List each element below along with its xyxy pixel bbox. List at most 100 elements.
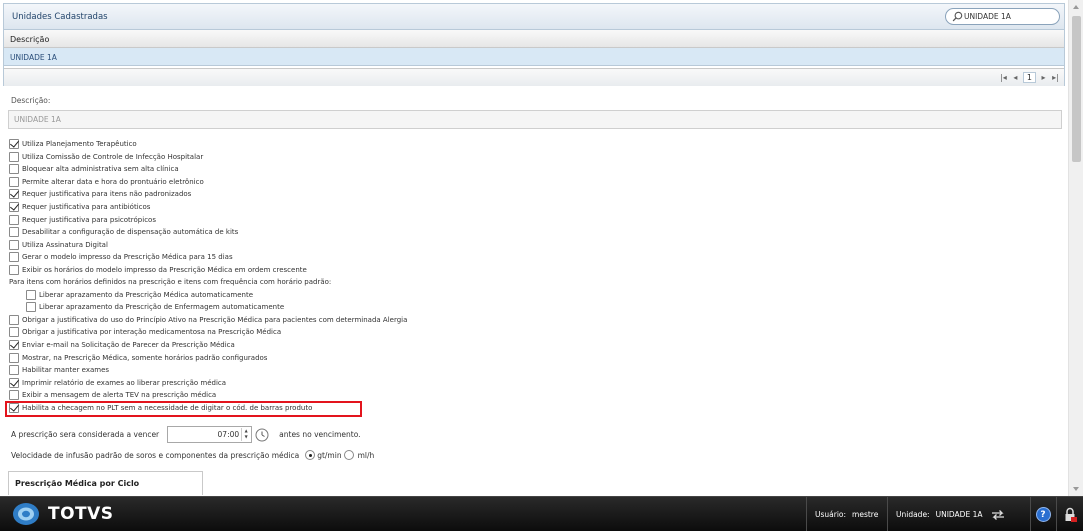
option-checkbox[interactable] — [9, 390, 19, 401]
option-row[interactable]: Permite alterar data e hora do prontuári… — [9, 176, 1059, 189]
vencer-time-value: 07:00 — [217, 430, 240, 439]
column-header-descricao[interactable]: Descrição — [4, 30, 1064, 48]
next-page-button[interactable]: ▸ — [1039, 73, 1048, 82]
last-page-button[interactable]: ▸| — [1051, 73, 1060, 82]
radio-ml-h-label: ml/h — [357, 450, 375, 460]
user-label: Usuário: — [815, 510, 847, 519]
option-checkbox[interactable] — [9, 227, 19, 238]
option-row[interactable]: Requer justificativa para itens não padr… — [9, 188, 1059, 201]
option-label: Permite alterar data e hora do prontuári… — [22, 177, 204, 186]
time-spinner[interactable]: ▲ ▼ — [241, 428, 250, 441]
tab-prescricao-ciclo[interactable]: Prescrição Médica por Ciclo — [8, 471, 203, 495]
option-checkbox[interactable] — [9, 189, 19, 200]
option-checkbox[interactable] — [9, 252, 19, 263]
page-number[interactable]: 1 — [1022, 72, 1036, 83]
option-row[interactable]: Requer justificativa para psicotrópicos — [9, 213, 1059, 226]
totvs-logo: TOTVS — [12, 502, 114, 526]
option-row[interactable]: Exibir os horários do modelo impresso da… — [9, 263, 1059, 276]
option-checkbox[interactable] — [9, 264, 19, 275]
panel-header: Unidades Cadastradas — [4, 4, 1064, 30]
option-checkbox[interactable] — [9, 314, 19, 325]
option-checkbox[interactable] — [9, 176, 19, 187]
options-checklist: Utiliza Planejamento Terapêutico Utiliza … — [9, 138, 1059, 414]
option-checkbox[interactable] — [9, 214, 19, 225]
clock-icon[interactable] — [255, 428, 269, 442]
table-row[interactable]: UNIDADE 1A — [4, 48, 1064, 66]
option-checkbox[interactable] — [9, 377, 19, 388]
swap-icon[interactable] — [990, 509, 1006, 521]
option-label: Liberar aprazamento da Prescrição Médica… — [39, 290, 253, 299]
vencer-row: A prescrição sera considerada a vencer 0… — [11, 426, 361, 443]
option-row[interactable]: Obrigar a justificativa por interação me… — [9, 326, 1059, 339]
help-icon: ? — [1035, 507, 1051, 522]
search-box[interactable] — [945, 8, 1060, 25]
exit-button[interactable] — [1056, 497, 1083, 531]
option-checkbox[interactable] — [9, 202, 19, 212]
option-row[interactable]: Exibir a mensagem de alerta TEV na presc… — [9, 389, 1059, 402]
brand-name: TOTVS — [48, 504, 114, 524]
panel-title: Unidades Cadastradas — [12, 12, 108, 22]
option-checkbox[interactable] — [9, 352, 19, 363]
scroll-down-arrow[interactable] — [1073, 487, 1079, 491]
option-row[interactable]: Requer justificativa para antibióticos — [9, 201, 1059, 214]
option-label: Enviar e-mail na Solicitação de Parecer … — [22, 341, 235, 350]
descricao-field[interactable] — [8, 110, 1062, 129]
option-label: Exibir a mensagem de alerta TEV na presc… — [22, 391, 217, 400]
option-label: Exibir os horários do modelo impresso da… — [22, 265, 307, 274]
option-row[interactable]: Imprimir relatório de exames ao liberar … — [9, 376, 1059, 389]
bottom-status-bar: TOTVS Usuário: mestre Unidade: UNIDADE 1… — [0, 496, 1083, 531]
option-label: Gerar o modelo impresso da Prescrição Mé… — [22, 253, 233, 262]
option-row[interactable]: Utiliza Comissão de Controle de Infecção… — [9, 151, 1059, 164]
vencer-time-input[interactable]: 07:00 ▲ ▼ — [167, 426, 253, 443]
option-checkbox[interactable] — [9, 139, 19, 150]
radio-gt-min-label: gt/min — [317, 450, 342, 460]
option-checkbox[interactable] — [26, 302, 36, 313]
option-label: Utiliza Comissão de Controle de Infecção… — [22, 152, 204, 161]
search-icon — [952, 11, 963, 22]
option-label: Utiliza Planejamento Terapêutico — [22, 140, 137, 149]
scroll-up-arrow[interactable] — [1073, 5, 1079, 9]
descricao-label: Descrição: — [11, 96, 51, 105]
option-checkbox[interactable] — [9, 239, 19, 250]
option-row[interactable]: Obrigar a justificativa do uso do Princí… — [9, 314, 1059, 327]
option-row[interactable]: Utiliza Assinatura Digital — [9, 238, 1059, 251]
option-checkbox[interactable] — [9, 164, 19, 175]
totvs-logo-icon — [13, 503, 39, 525]
exit-icon — [1065, 507, 1077, 522]
units-panel: Unidades Cadastradas Descrição UNIDADE 1… — [3, 3, 1065, 86]
option-label: Para itens com horários definidos na pre… — [9, 278, 332, 287]
option-checkbox[interactable] — [9, 327, 19, 338]
option-checkbox[interactable] — [9, 340, 19, 351]
first-page-button[interactable]: |◂ — [999, 73, 1008, 82]
radio-gt-min[interactable] — [305, 450, 316, 460]
option-label: Requer justificativa para psicotrópicos — [22, 215, 156, 224]
option-label: Obrigar a justificativa do uso do Princí… — [22, 315, 408, 324]
option-row[interactable]: Gerar o modelo impresso da Prescrição Mé… — [9, 251, 1059, 264]
option-row[interactable]: Desabilitar a configuração de dispensaçã… — [9, 226, 1059, 239]
unit-label: Unidade: — [896, 510, 930, 519]
option-checkbox[interactable] — [26, 289, 36, 300]
option-label: Imprimir relatório de exames ao liberar … — [22, 378, 227, 387]
option-row[interactable]: Mostrar, na Prescrição Médica, somente h… — [9, 351, 1059, 364]
option-label: Habilitar manter exames — [22, 366, 110, 375]
velocidade-label: Velocidade de infusão padrão de soros e … — [11, 450, 300, 460]
option-label: Desabilitar a configuração de dispensaçã… — [22, 228, 239, 237]
option-row[interactable]: Habilitar manter exames — [9, 364, 1059, 377]
option-row[interactable]: Bloquear alta administrativa sem alta cl… — [9, 163, 1059, 176]
vencer-suffix: antes no vencimento. — [279, 430, 361, 439]
radio-ml-h[interactable] — [343, 450, 354, 460]
option-checkbox[interactable] — [9, 365, 19, 376]
scroll-thumb[interactable] — [1072, 16, 1081, 162]
vertical-scrollbar[interactable] — [1068, 0, 1083, 496]
help-button[interactable]: ? — [1030, 497, 1055, 531]
option-row[interactable]: Liberar aprazamento da Prescrição Médica… — [9, 289, 1059, 302]
option-checkbox[interactable] — [9, 151, 19, 162]
unit-value: UNIDADE 1A — [935, 510, 983, 519]
option-row[interactable]: Liberar aprazamento da Prescrição de Enf… — [9, 301, 1059, 314]
user-value: mestre — [852, 510, 879, 519]
option-row[interactable]: Enviar e-mail na Solicitação de Parecer … — [9, 339, 1059, 352]
search-input[interactable] — [964, 10, 1054, 23]
option-label: Bloquear alta administrativa sem alta cl… — [22, 165, 179, 174]
option-row[interactable]: Utiliza Planejamento Terapêutico — [9, 138, 1059, 151]
prev-page-button[interactable]: ◂ — [1011, 73, 1020, 82]
